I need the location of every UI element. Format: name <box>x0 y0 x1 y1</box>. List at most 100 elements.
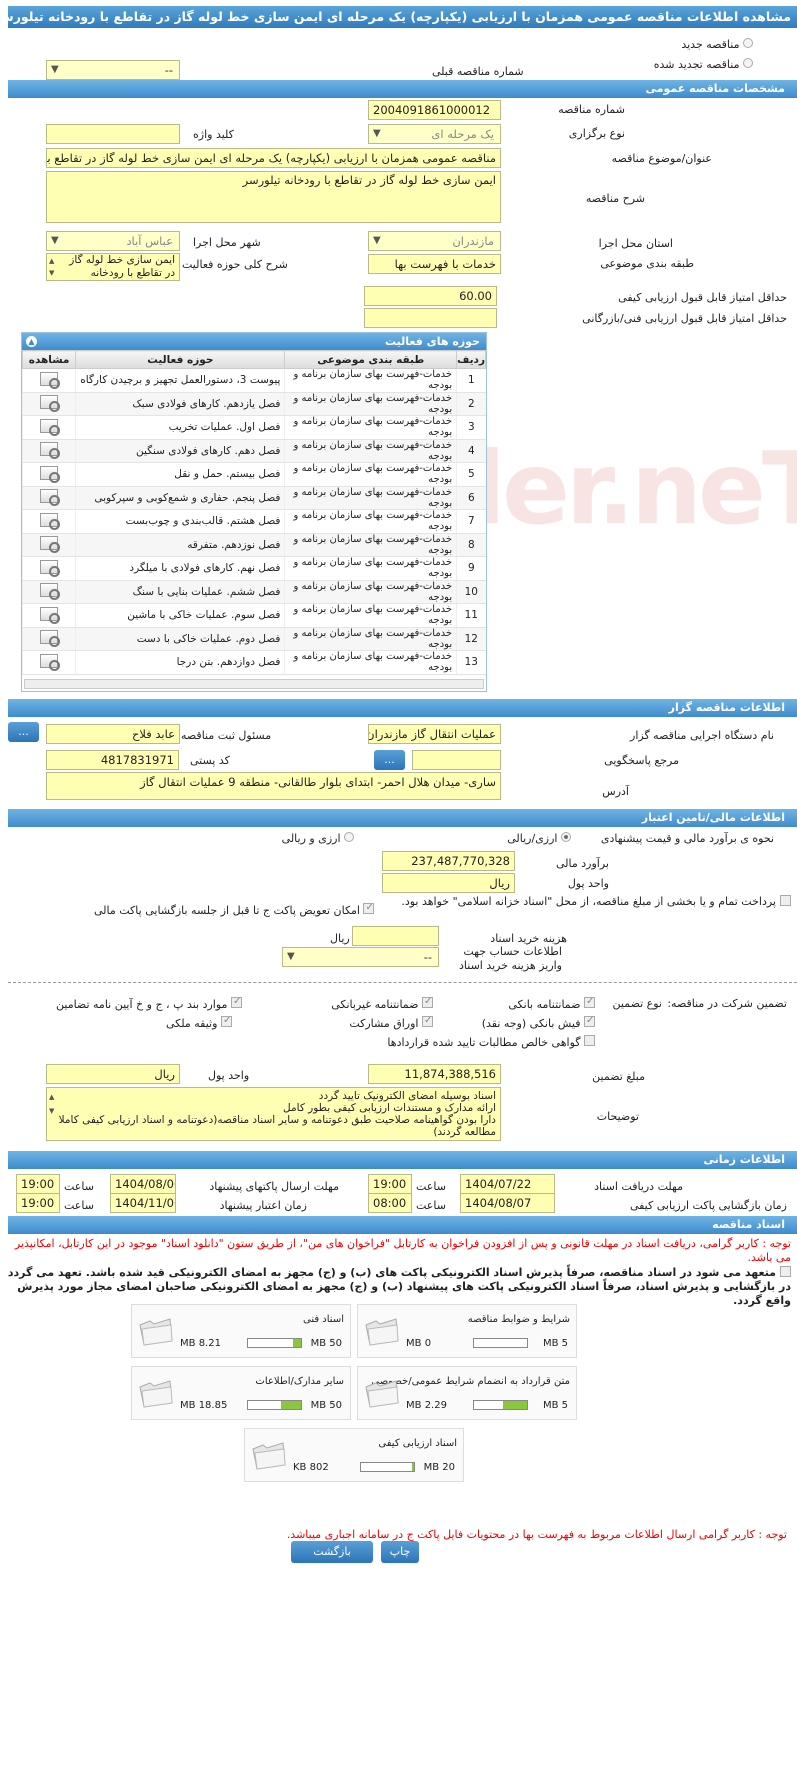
guarantee-property[interactable]: وثیقه ملکی <box>166 1014 232 1031</box>
document-name: اسناد ارزیابی کیفی <box>378 1438 457 1449</box>
column-header[interactable]: ردیف <box>456 350 486 369</box>
column-header[interactable]: طبقه بندی موضوعی <box>284 350 458 369</box>
doc-receive-time[interactable]: 19:00 <box>368 1174 412 1194</box>
address-field[interactable]: ساری- میدان هلال احمر- ابتدای بلوار طالق… <box>46 772 501 800</box>
guarantee-amount-field[interactable]: 11,874,388,516 <box>368 1064 501 1084</box>
notes-field[interactable]: اسناد بوسیله امضای الکترونیک تایید گردد … <box>46 1087 501 1141</box>
magnifier-view-icon[interactable] <box>40 371 61 389</box>
swap-label: امکان تعویض پاکت ج تا قبل از جلسه بازگشا… <box>94 904 360 917</box>
guarantee-regulation[interactable]: موارد بند پ ، ج و خ آیین نامه تضامین <box>56 995 242 1012</box>
send-date[interactable]: 1404/08/06 <box>110 1174 176 1194</box>
notes-line: مطالعه گردند) <box>433 1126 496 1138</box>
scope-label: شرح کلی حوزه فعالیت <box>182 258 288 271</box>
holding-type-label: نوع برگزاری <box>568 127 625 140</box>
min-tech-field[interactable] <box>364 308 497 328</box>
document-name: اسناد فنی <box>303 1314 344 1325</box>
subject-field[interactable]: مناقصه عمومی همزمان با ارزیابی (یکپارچه)… <box>46 148 501 168</box>
view-cell <box>21 462 76 487</box>
back-button[interactable]: بازگشت <box>291 1541 373 1563</box>
view-cell <box>21 627 76 651</box>
section-docs-header: اسناد مناقصه <box>8 1216 797 1234</box>
amount-field[interactable]: 237,487,770,328 <box>382 851 515 871</box>
min-quality-field[interactable]: 60.00 <box>364 286 497 306</box>
treasury-checkbox[interactable]: پرداخت تمام و یا بخشی از مبلغ مناقصه، از… <box>377 895 791 909</box>
open-date[interactable]: 1404/08/07 <box>460 1193 555 1213</box>
horizontal-scrollbar[interactable] <box>24 679 484 689</box>
postal-code-field[interactable]: 4817831971 <box>46 750 179 770</box>
category-field[interactable]: خدمات با فهرست بها <box>368 254 501 274</box>
page-title: مشاهده اطلاعات مناقصه عمومی همزمان با ار… <box>8 6 797 28</box>
row-category: خدمات-فهرست بهای سازمان برنامه و بودجه <box>284 415 457 440</box>
view-cell <box>21 580 76 604</box>
magnifier-view-icon[interactable] <box>40 489 61 507</box>
magnifier-view-icon[interactable] <box>40 606 61 624</box>
guarantee-bonds[interactable]: اوراق مشارکت <box>349 1014 433 1031</box>
folder-icon <box>139 1380 173 1408</box>
row-index: 5 <box>456 462 486 487</box>
section-finance-header: اطلاعات مالی/تامین اعتبار <box>8 809 797 827</box>
responsible-field[interactable]: عابد فلاح <box>46 724 180 744</box>
document-box[interactable]: اسناد ارزیابی کیفی 20 MB 802 KB <box>244 1428 464 1482</box>
column-header[interactable]: مشاهده <box>21 350 77 369</box>
section-general-header: مشخصات مناقصه عمومی <box>8 80 797 98</box>
guarantee-nonbank[interactable]: ضمانتنامه غیربانکی <box>331 995 433 1012</box>
guarantee-cash[interactable]: فیش بانکی (وجه نقد) <box>482 1014 595 1031</box>
row-activity: فصل پنجم. حفاری و شمع‌کوبی و سپرکوبی <box>75 486 285 510</box>
doc-receive-date[interactable]: 1404/07/22 <box>460 1174 555 1194</box>
keyword-field[interactable] <box>46 124 180 144</box>
reference-lookup-button[interactable]: ... <box>374 750 405 770</box>
magnifier-view-icon[interactable] <box>40 395 61 413</box>
account-select[interactable]: -- ▼ <box>282 947 439 967</box>
print-button[interactable]: چاپ <box>381 1541 419 1563</box>
folder-icon <box>252 1442 286 1470</box>
radio-currency-and-rial[interactable]: ارزی و ریالی <box>282 832 354 846</box>
min-quality-label: حداقل امتیاز قابل قبول ارزیابی کیفی <box>618 291 787 304</box>
city-select[interactable]: عباس آباد ▼ <box>46 231 180 251</box>
magnifier-view-icon[interactable] <box>40 583 61 601</box>
tender-number-field[interactable]: 2004091861000012 <box>368 100 501 120</box>
magnifier-view-icon[interactable] <box>40 630 61 648</box>
magnifier-view-icon[interactable] <box>40 418 61 436</box>
responsible-lookup-button[interactable]: ... <box>8 722 39 742</box>
doc-cost-field[interactable] <box>352 926 439 946</box>
send-time[interactable]: 19:00 <box>16 1174 60 1194</box>
province-select[interactable]: مازندران ▼ <box>368 231 501 251</box>
column-header[interactable]: حوزه فعالیت <box>75 350 286 369</box>
valid-time[interactable]: 19:00 <box>16 1193 60 1213</box>
collapse-icon[interactable]: ▲ <box>26 336 37 347</box>
scope-field[interactable]: ایمن سازی خط لوله گاز در تقاطع با رودخان… <box>46 253 180 281</box>
org-field[interactable]: عملیات انتقال گاز مازندران د <box>368 724 501 744</box>
guarantee-regulation-label: موارد بند پ ، ج و خ آیین نامه تضامین <box>56 998 228 1011</box>
magnifier-view-icon[interactable] <box>40 559 61 577</box>
reference-field[interactable] <box>412 750 501 770</box>
magnifier-view-icon[interactable] <box>40 536 61 554</box>
magnifier-view-icon[interactable] <box>40 653 61 671</box>
document-box[interactable]: اسناد فنی 50 MB 8.21 MB <box>131 1304 351 1358</box>
guarantee-bank[interactable]: ضمانتنامه بانکی <box>508 995 595 1012</box>
magnifier-view-icon[interactable] <box>40 512 61 530</box>
description-field[interactable]: ایمن سازی خط لوله گاز در تقاطع با رودخان… <box>46 171 501 223</box>
radio-new-tender[interactable]: مناقصه جدید <box>681 38 753 52</box>
currency-field[interactable]: ریال <box>382 873 515 893</box>
document-capacity: 5 MB <box>542 1400 568 1411</box>
magnifier-view-icon[interactable] <box>40 465 61 483</box>
radio-currency-rial[interactable]: ارزی/ریالی <box>507 832 571 846</box>
radio-renewed-tender[interactable]: مناقصه تجدید شده <box>654 58 753 72</box>
open-time[interactable]: 08:00 <box>368 1193 412 1213</box>
document-box[interactable]: شرایط و ضوابط مناقصه 5 MB 0 MB <box>357 1304 577 1358</box>
row-category: خدمات-فهرست بهای سازمان برنامه و بودجه <box>284 603 457 628</box>
swap-checkbox[interactable]: امکان تعویض پاکت ج تا قبل از جلسه بازگشا… <box>94 901 375 918</box>
holding-type-select[interactable]: یک مرحله ای ▼ <box>368 124 501 144</box>
category-label: طبقه بندی موضوعی <box>600 257 694 270</box>
docs-note-signature[interactable]: متعهد می شود در اسناد مناقصه، صرفاً پذیر… <box>5 1266 791 1308</box>
guarantee-claims[interactable]: گواهی خالص مطالبات تایید شده قراردادها <box>387 1035 595 1050</box>
prev-number-select[interactable]: -- ▼ <box>46 60 180 80</box>
document-box[interactable]: سایر مدارک/اطلاعات 50 MB 18.85 MB <box>131 1366 351 1420</box>
document-capacity: 5 MB <box>542 1338 568 1349</box>
scroll-arrows-icon: ▲ ▼ <box>49 257 55 277</box>
document-name: متن قرارداد به انضمام شرایط عمومی/خصوصی <box>371 1376 570 1387</box>
guarantee-currency-field[interactable]: ریال <box>46 1064 180 1084</box>
magnifier-view-icon[interactable] <box>40 442 61 460</box>
document-box[interactable]: متن قرارداد به انضمام شرایط عمومی/خصوصی 5… <box>357 1366 577 1420</box>
valid-date[interactable]: 1404/11/06 <box>110 1193 176 1213</box>
